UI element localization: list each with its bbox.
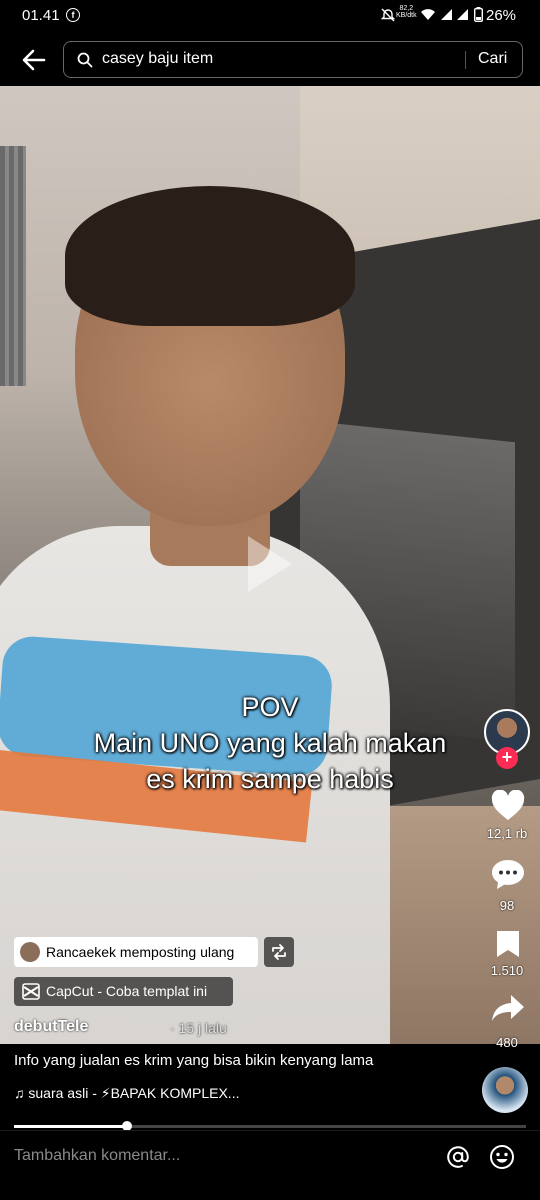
video-curtain bbox=[0, 146, 26, 386]
caption-line-2: Main UNO yang kalah makan bbox=[93, 728, 447, 758]
search-input[interactable]: casey baju item Cari bbox=[63, 41, 523, 78]
repost-icon bbox=[272, 944, 286, 960]
caption-line-3: es krim sampe habis bbox=[146, 764, 394, 794]
capcut-template-chip[interactable]: CapCut - Coba templat ini bbox=[14, 977, 233, 1006]
net-speed-value: 82,2 bbox=[399, 5, 414, 12]
dnd-icon bbox=[381, 8, 395, 22]
progress-fill bbox=[14, 1125, 127, 1128]
comment-input[interactable]: Tambahkan komentar... bbox=[14, 1147, 180, 1165]
creator-username[interactable]: debutTele bbox=[14, 1018, 88, 1036]
status-time: 01.41 bbox=[22, 7, 60, 24]
search-submit-button[interactable]: Cari bbox=[478, 50, 507, 68]
net-speed-unit: KB/dtk bbox=[396, 12, 417, 19]
search-divider bbox=[465, 51, 466, 69]
sound-avatar[interactable] bbox=[482, 1067, 528, 1113]
signal-icon bbox=[441, 9, 452, 20]
repost-button[interactable] bbox=[264, 937, 294, 967]
emoji-icon[interactable] bbox=[489, 1144, 515, 1170]
play-icon[interactable] bbox=[248, 536, 292, 592]
search-query[interactable]: casey baju item bbox=[102, 50, 213, 68]
caption-line-1: POV bbox=[241, 692, 299, 722]
sound-link[interactable]: ♫ suara asli - ⚡BAPAK KOMPLEX... bbox=[14, 1085, 239, 1102]
capcut-text: CapCut - Coba templat ini bbox=[46, 983, 208, 999]
reposter-avatar bbox=[20, 942, 40, 962]
save-count: 1.510 bbox=[490, 963, 524, 978]
search-icon bbox=[77, 52, 93, 68]
post-time: · 15 j lalu bbox=[170, 1020, 227, 1036]
battery-percent: 26% bbox=[486, 7, 517, 24]
heart-icon[interactable] bbox=[491, 790, 525, 822]
battery-icon bbox=[474, 7, 483, 22]
like-count: 12,1 rb bbox=[486, 826, 528, 841]
divider bbox=[0, 1130, 540, 1131]
repost-text: Rancaekek memposting ulang bbox=[46, 944, 235, 960]
video-player[interactable]: POV Main UNO yang kalah makan es krim sa… bbox=[0, 86, 540, 1044]
back-arrow-icon[interactable] bbox=[20, 46, 48, 74]
share-count: 480 bbox=[496, 1035, 518, 1050]
mention-icon[interactable] bbox=[446, 1145, 470, 1169]
comment-count: 98 bbox=[499, 898, 515, 913]
bookmark-icon[interactable] bbox=[495, 929, 521, 959]
post-description[interactable]: Info yang jualan es krim yang bisa bikin… bbox=[14, 1052, 373, 1069]
video-person-hair bbox=[65, 186, 355, 326]
status-bar: 01.41 f 82,2 KB/dtk 26% bbox=[0, 0, 540, 32]
facebook-notification-icon: f bbox=[66, 8, 80, 22]
comment-icon[interactable] bbox=[491, 858, 525, 890]
wifi-icon bbox=[421, 9, 435, 20]
share-icon[interactable] bbox=[491, 993, 525, 1023]
net-speed: 82,2 KB/dtk bbox=[396, 5, 417, 19]
signal-2-icon bbox=[457, 9, 468, 20]
follow-button[interactable]: + bbox=[496, 747, 518, 769]
repost-chip[interactable]: Rancaekek memposting ulang bbox=[14, 937, 258, 967]
search-header: casey baju item Cari bbox=[0, 32, 540, 86]
capcut-icon bbox=[22, 983, 40, 1000]
progress-bar[interactable] bbox=[14, 1121, 526, 1131]
